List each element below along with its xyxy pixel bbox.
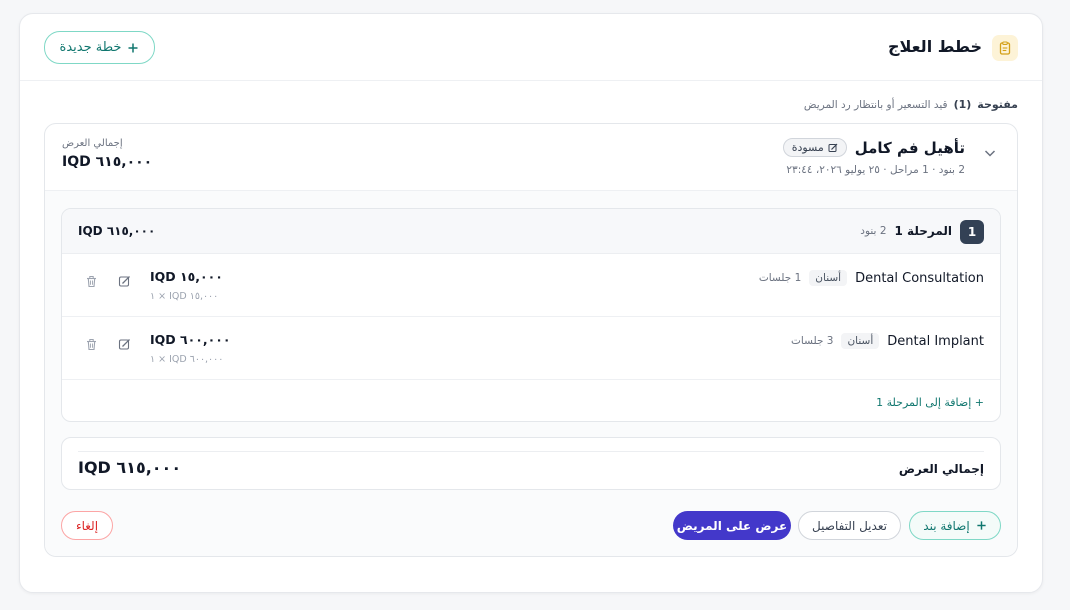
item-tag: أسنان [841, 333, 880, 349]
stage-items-count: 2 بنود [860, 225, 887, 237]
edit-details-button[interactable]: تعديل التفاصيل [798, 511, 901, 540]
trash-icon[interactable] [82, 335, 100, 353]
add-item-label: إضافة بند [923, 518, 970, 533]
treatment-plans-card: خطط العلاج خطة جديدة مفتوحة (1) قيد التس… [19, 13, 1043, 593]
item-price: IQD ٦٠٠,٠٠٠ [150, 332, 231, 347]
plan-body: 1 المرحلة 1 2 بنود IQD ٦١٥,٠٠٠ Dental Co… [45, 191, 1017, 556]
stage-label-row: المرحلة 1 2 بنود [860, 224, 952, 238]
plus-icon [977, 521, 986, 530]
header-divider [20, 80, 1042, 81]
stage-title: المرحلة 1 [894, 224, 953, 238]
new-plan-label: خطة جديدة [59, 40, 122, 55]
stage-number: 1 [960, 220, 984, 244]
item-name-row: Dental Consultation أسنان 1 جلسات [759, 270, 984, 286]
edit-icon[interactable] [115, 272, 133, 290]
stage-panel: 1 المرحلة 1 2 بنود IQD ٦١٥,٠٠٠ Dental Co… [61, 208, 1001, 422]
plan-title-row: تأهيل فم كامل مسودة [782, 138, 965, 157]
item-name: Dental Consultation [855, 270, 984, 286]
clipboard-icon [992, 35, 1018, 61]
trash-icon[interactable] [82, 272, 100, 290]
plan-name: تأهيل فم كامل [854, 138, 965, 157]
plus-icon [128, 43, 138, 52]
plan-meta: 2 بنود · 1 مراحل · ٢٥ يوليو ٢٠٢٦، ٢٣:٤٤ [786, 164, 965, 176]
plan-panel: تأهيل فم كامل مسودة 2 بنود · 1 مراحل · ٢… [44, 123, 1018, 557]
plan-total-label: إجمالي العرض [62, 138, 123, 149]
page-title: خطط العلاج [887, 37, 982, 56]
edit-icon[interactable] [115, 335, 133, 353]
item-price: IQD ١٥,٠٠٠ [150, 269, 223, 284]
totals-divider [78, 451, 984, 452]
add-item-button[interactable]: إضافة بند [909, 511, 1001, 540]
new-plan-button[interactable]: خطة جديدة [44, 31, 155, 64]
item-tag: أسنان [809, 270, 848, 286]
status-badge: مسودة [782, 138, 847, 157]
plan-header[interactable]: تأهيل فم كامل مسودة 2 بنود · 1 مراحل · ٢… [45, 124, 1017, 191]
item-name: Dental Implant [887, 333, 984, 349]
status-hint: قيد التسعير أو بانتظار رد المريض [803, 98, 948, 111]
cancel-button[interactable]: إلغاء [61, 511, 113, 540]
status-row: مفتوحة (1) قيد التسعير أو بانتظار رد الم… [804, 98, 1018, 111]
chevron-down-icon[interactable] [983, 146, 997, 160]
table-row: Dental Consultation أسنان 1 جلسات IQD ١٥… [62, 254, 1000, 317]
item-name-row: Dental Implant أسنان 3 جلسات [791, 333, 984, 349]
present-to-patient-button[interactable]: عرض على المريض [673, 511, 791, 540]
plan-total-value: IQD ٦١٥,٠٠٠ [62, 154, 153, 170]
open-label: مفتوحة [977, 98, 1018, 111]
item-sessions: 1 جلسات [758, 272, 802, 284]
edit-icon [828, 143, 838, 152]
stage-total: IQD ٦١٥,٠٠٠ [78, 224, 156, 238]
item-sessions: 3 جلسات [791, 335, 834, 347]
offer-total-label: إجمالي العرض [898, 462, 984, 476]
offer-total-box: إجمالي العرض IQD ٦١٥,٠٠٠ [61, 437, 1001, 490]
badge-label: مسودة [791, 141, 824, 154]
table-row: Dental Implant أسنان 3 جلسات IQD ٦٠٠,٠٠٠… [62, 317, 1000, 380]
add-to-stage-link[interactable]: + إضافة إلى المرحلة 1 [876, 396, 984, 409]
item-unit-price: ١ × IQD ١٥,٠٠٠ [150, 291, 219, 302]
open-count: (1) [953, 98, 972, 111]
offer-total-value: IQD ٦١٥,٠٠٠ [78, 458, 182, 477]
item-unit-price: ١ × IQD ٦٠٠,٠٠٠ [150, 354, 224, 365]
stage-header: 1 المرحلة 1 2 بنود IQD ٦١٥,٠٠٠ [62, 209, 1000, 254]
